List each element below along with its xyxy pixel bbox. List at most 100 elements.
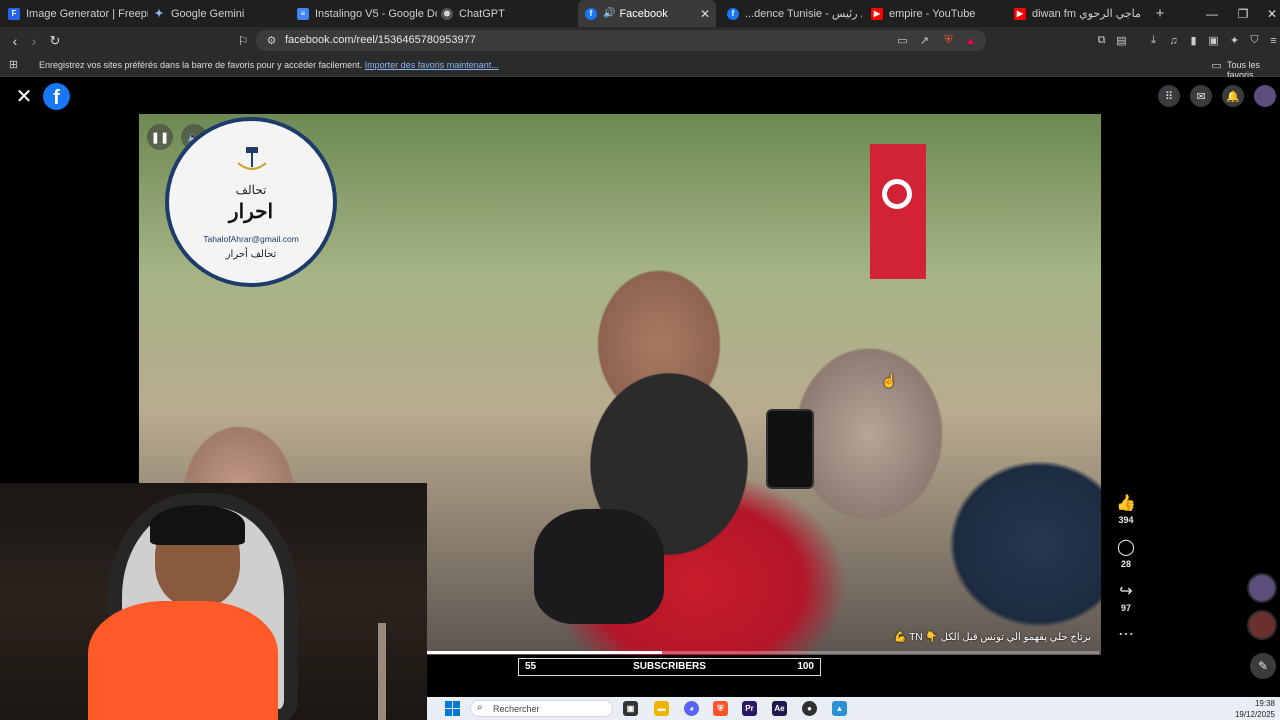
close-viewer-icon[interactable]: ✕ [14,86,34,108]
speaker-icon: 🔊 [603,8,616,19]
vpn-icon[interactable]: ⛉ [1248,34,1261,47]
menu-icon[interactable]: ≡ [1267,34,1280,47]
tab-title: ...dence Tunisie - استقبال رئيس [745,8,862,20]
contact-avatar[interactable] [1247,610,1277,640]
back-icon[interactable]: ‹ [5,31,25,51]
tab-chatgpt[interactable]: ⊛ ChatGPT [441,0,576,27]
download-icon[interactable]: ⤓ [1147,34,1160,47]
photos-icon[interactable]: ▲ [832,701,847,716]
windows-start-icon[interactable] [445,701,460,716]
tab-facebook[interactable]: f 🔊 Facebook ✕ [578,0,716,27]
close-window-icon[interactable]: ✕ [1257,0,1280,27]
import-bookmarks-link[interactable]: Importer des favoris maintenant... [365,60,499,70]
media-icon[interactable]: ♫ [1167,34,1180,47]
notifications-icon[interactable]: 🔔 [1222,85,1244,107]
folder-icon: ▭ [1211,60,1222,72]
phone [766,409,814,489]
forward-icon[interactable]: › [24,31,44,51]
tahalof-ahrar-logo: تحالف احرار TahalofAhrar@gmail.com تحالف… [165,117,337,287]
subs-goal: 100 [797,661,814,672]
wallet-icon[interactable]: ▣ [1207,34,1220,47]
task-view-icon[interactable]: ▣ [623,701,638,716]
badge-page-name: تحالف أحرار [225,249,277,260]
streamer-shirt [88,601,278,720]
profile-avatar[interactable] [1254,85,1276,107]
youtube-icon: ▶ [871,7,883,20]
discord-icon[interactable]: ◕ [684,701,699,716]
windows-taskbar: ⌕ Rechercher ▣ ▬ ◕ ⛨ Pr Ae ● ▲ 19:38 19/… [427,697,1280,720]
close-tab-icon[interactable]: ✕ [700,7,710,21]
search-placeholder: Rechercher [493,704,540,714]
tab-title: empire - YouTube [889,7,976,20]
messenger-icon[interactable]: ✉ [1190,85,1212,107]
cast-icon[interactable]: ▭ [896,34,909,47]
tab-title: ChatGPT [459,7,505,20]
video-caption: برتاج حلي يفهمو الي تونس قبل الكل 👇 TN 💪 [893,632,1091,643]
tab-presidence[interactable]: f ...dence Tunisie - استقبال رئيس [727,0,862,27]
tab-title: Google Gemini [171,7,245,20]
bookmarks-hint-text: Enregistrez vos sites préférés dans la b… [39,60,363,70]
system-clock[interactable]: 19:38 19/12/2025 [1235,698,1275,720]
comment-icon[interactable]: ◯ [1116,537,1136,557]
address-bar[interactable]: ⚙ facebook.com/reel/1536465780953977 ▭ ↗… [256,30,986,51]
url-text: facebook.com/reel/1536465780953977 [285,34,476,46]
leo-ai-icon[interactable]: ✦ [1228,34,1241,47]
scale-of-justice-icon [237,147,267,170]
taskbar-search[interactable]: ⌕ Rechercher [470,700,613,717]
restore-icon[interactable]: ❐ [1228,0,1258,27]
bookmark-icon[interactable]: ⚐ [233,31,253,51]
clock-time: 19:38 [1254,699,1275,708]
new-message-icon[interactable]: ✎ [1250,653,1276,679]
site-info-icon[interactable]: ⚙ [265,34,278,47]
brave-rewards-icon[interactable]: ▲ [964,34,977,47]
extensions-icon[interactable]: ⧉ [1095,34,1108,47]
mic-stand [378,623,386,720]
more-options-icon[interactable]: ⋯ [1116,624,1136,644]
tab-youtube-diwan[interactable]: ▶ diwan fm ماجي الرحوي - YouTu [1014,0,1142,27]
premiere-pro-icon[interactable]: Pr [742,701,757,716]
mouse-cursor-icon: ☝ [881,373,898,388]
badge-title: احرار [228,199,274,223]
reader-icon[interactable]: ▤ [1115,34,1128,47]
streamer-webcam [0,483,427,720]
facebook-icon: f [585,7,597,20]
brave-shield-icon[interactable]: ⛨ [942,34,955,47]
video-progress[interactable] [427,651,1099,654]
menu-grid-icon[interactable]: ⠿ [1158,85,1180,107]
apps-grid-icon[interactable]: ⊞ [7,58,20,71]
like-icon[interactable]: 👍 [1116,493,1136,513]
brave-icon[interactable]: ⛨ [713,701,728,716]
minimize-icon[interactable]: — [1197,0,1227,27]
search-icon: ⌕ [477,702,483,713]
tab-freepik[interactable]: F Image Generator | Freepik AI [8,0,148,27]
browser-tab-strip: F Image Generator | Freepik AI ✦ Google … [0,0,1280,27]
facebook-logo[interactable]: f [43,83,70,110]
chatgpt-icon: ⊛ [441,7,453,20]
sidebar-icon[interactable]: ▮ [1187,34,1200,47]
file-explorer-icon[interactable]: ▬ [654,701,669,716]
streamer-cap [150,505,245,545]
tab-youtube-empire[interactable]: ▶ empire - YouTube [871,0,1006,27]
tab-docs[interactable]: ≡ Instalingo V5 - Google Docs [297,0,437,27]
tab-gemini[interactable]: ✦ Google Gemini [153,0,293,27]
tunisia-flag [870,144,926,279]
subs-label: SUBSCRIBERS [633,661,706,672]
new-tab-button[interactable]: + [1152,0,1168,27]
microphone [534,509,664,624]
tab-title: diwan fm ماجي الرحوي - YouTu [1032,8,1142,20]
youtube-icon: ▶ [1014,7,1026,20]
after-effects-icon[interactable]: Ae [772,701,787,716]
contact-avatar[interactable] [1247,573,1277,603]
pause-icon[interactable]: ❚❚ [147,124,173,150]
docs-icon: ≡ [297,7,309,20]
badge-title-small: تحالف [235,183,267,197]
video-progress-fill [427,651,663,654]
subscriber-goal-bar: 55 SUBSCRIBERS 100 [518,658,821,676]
reload-icon[interactable]: ↻ [45,31,65,51]
share-count: 97 [1120,603,1131,613]
browser-toolbar: ‹ › ↻ ⚐ ⚙ facebook.com/reel/153646578095… [0,27,1280,54]
share-icon[interactable]: ↪ [1116,581,1136,601]
share-icon[interactable]: ↗ [918,34,931,47]
facebook-icon: f [727,7,739,20]
obs-icon[interactable]: ● [802,701,817,716]
